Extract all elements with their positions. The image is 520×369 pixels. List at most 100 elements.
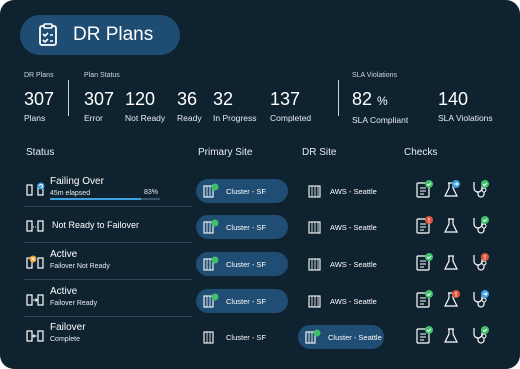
cluster-icon [308,258,321,271]
cluster-icon [203,293,219,308]
column-header-status[interactable]: Status [26,147,54,158]
flask-icon[interactable] [442,215,462,235]
cluster-icon [308,295,321,308]
plan-check-error-icon[interactable] [414,215,434,235]
dr-site-name: AWS - Seattle [330,259,377,269]
primary-site-name: Cluster - SF [226,296,267,306]
checks-group [414,252,504,274]
table-row[interactable]: Failover Complete Cluster - SF Cluster -… [0,318,520,354]
stat-label: SLA Compliant [352,115,409,125]
stat-value: 120 [125,89,156,109]
plan-check-ok-icon[interactable] [414,179,434,199]
primary-site-chip[interactable]: Cluster - SF [196,179,288,203]
stat-completed[interactable]: 137 Completed [270,88,311,123]
stethoscope-ok-icon[interactable] [470,179,490,199]
dr-site-chip[interactable]: AWS - Seattle [300,252,384,276]
primary-site-name: Cluster - SF [226,186,267,196]
dr-site-chip[interactable]: Cluster - Seattle [298,325,384,349]
progress-bar-fill [50,198,142,200]
cluster-icon [203,183,219,198]
stat-label: SLA Violations [438,113,493,123]
stat-value: 36 [177,89,198,109]
checks-group [414,179,504,201]
column-header-checks[interactable]: Checks [404,147,437,158]
stat-error[interactable]: 307 Error [84,88,114,123]
progress-bar [50,198,160,200]
stat-sla-violations[interactable]: 140 SLA Violations [438,88,493,123]
plan-check-ok-icon[interactable] [414,252,434,272]
status-title: Failing Over [50,176,104,187]
checks-group [414,289,504,311]
failover-complete-icon [26,330,44,342]
plan-status-group-label: Plan Status [84,72,120,79]
stat-value: 137 [270,89,301,109]
cluster-icon [203,219,219,234]
column-header-primary-site[interactable]: Primary Site [198,147,252,158]
stat-label: Ready [177,113,202,123]
stethoscope-ok-icon[interactable] [470,215,490,235]
stat-label: Plans [24,113,46,123]
status-cell: Active Failover Not Ready [24,245,192,280]
stat-value: 307 [24,89,55,109]
failover-not-ready-icon [26,220,44,232]
status-cell: Failover Complete [24,318,192,353]
dr-site-chip[interactable]: AWS - Seattle [300,215,384,239]
table-row[interactable]: Active Failover Not Ready Cluster - SF A… [0,245,520,281]
stat-value: 32 [213,89,234,109]
page-title: DR Plans [73,24,154,45]
stat-label: Completed [270,113,312,123]
dr-site-chip[interactable]: AWS - Seattle [300,289,384,313]
active-warning-icon [26,255,44,269]
status-title: Not Ready to Failover [52,220,140,230]
primary-site-chip[interactable]: Cluster - SF [196,289,288,313]
sla-group-label: SLA Violations [352,72,398,79]
table-row[interactable]: Failing Over 45m elapsed 83% Cluster - S… [0,172,520,208]
table-row[interactable]: Active Failover Ready Cluster - SF AWS -… [0,282,520,318]
cluster-icon [203,256,219,271]
primary-site-chip[interactable]: Cluster - SF [196,325,288,349]
stat-sla-compliant[interactable]: 82 % SLA Compliant [352,88,408,125]
progress-percent: 83% [144,189,159,196]
dr-plans-group-label: DR Plans [24,72,54,79]
cluster-icon [308,221,321,234]
stat-value: 307 [84,89,115,109]
stat-plans[interactable]: 307 Plans [24,88,54,123]
stats-bar: DR Plans Plan Status SLA Violations 307 … [0,70,520,130]
stat-value-number: 82 [352,89,373,109]
status-cell: Failing Over 45m elapsed 83% [24,172,192,207]
primary-site-name: Cluster - SF [226,259,267,269]
stat-ready[interactable]: 36 Ready [177,88,202,123]
dr-site-name: AWS - Seattle [330,296,377,306]
plan-check-ok-icon[interactable] [414,325,434,345]
stat-label: Error [84,113,103,123]
dr-plans-panel: DR Plans DR Plans Plan Status SLA Violat… [0,0,520,369]
flask-info-icon[interactable] [442,179,462,199]
stethoscope-ok-icon[interactable] [470,325,490,345]
flask-error-icon[interactable] [442,289,462,309]
status-title: Failover [50,322,86,333]
checks-group [414,215,504,237]
plan-check-ok-icon[interactable] [414,289,434,309]
status-cell: Not Ready to Failover [24,208,192,243]
stat-in-progress[interactable]: 32 In Progress [213,88,256,123]
stat-not-ready[interactable]: 120 Not Ready [125,88,165,123]
primary-site-chip[interactable]: Cluster - SF [196,215,288,239]
primary-site-chip[interactable]: Cluster - SF [196,252,288,276]
flask-icon[interactable] [442,252,462,272]
divider [68,80,69,116]
stethoscope-error-icon[interactable] [470,252,490,272]
stat-value: 82 % [352,88,408,112]
status-subtitle: Failover Not Ready [50,263,110,270]
dr-site-name: AWS - Seattle [330,222,377,232]
status-subtitle: Complete [50,336,80,343]
column-header-dr-site[interactable]: DR Site [302,147,336,158]
dr-site-chip[interactable]: AWS - Seattle [300,179,384,203]
flask-icon[interactable] [442,325,462,345]
dr-site-name: AWS - Seattle [330,186,377,196]
stat-value: 140 [438,89,469,109]
stat-unit: % [377,94,388,108]
dr-plans-header[interactable]: DR Plans [20,15,180,55]
stethoscope-info-icon[interactable] [470,289,490,309]
table-row[interactable]: Not Ready to Failover Cluster - SF AWS -… [0,208,520,244]
status-title: Active [50,286,78,297]
